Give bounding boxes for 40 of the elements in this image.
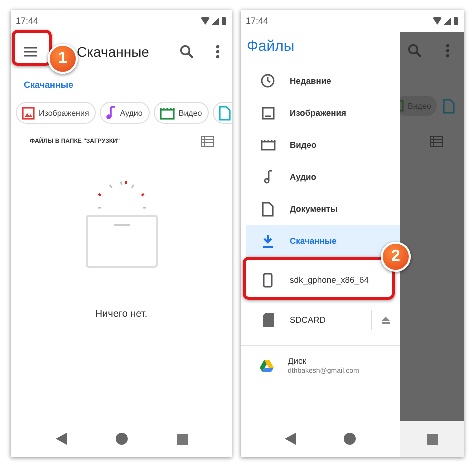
drawer-item[interactable]: Изображения [246, 97, 400, 129]
recents-icon[interactable] [176, 434, 188, 444]
download-icon [262, 234, 274, 248]
filter-chip[interactable]: Видео [154, 102, 210, 124]
filter-chip[interactable]: Изображения [16, 102, 96, 124]
more-icon[interactable] [216, 45, 220, 59]
status-icons [201, 16, 227, 26]
filter-chip[interactable]: Аудио [100, 102, 150, 124]
image-icon [262, 106, 274, 120]
account-name: Диск [288, 356, 308, 366]
back-icon[interactable] [285, 433, 296, 445]
drive-icon [260, 360, 274, 372]
document-icon [443, 98, 456, 114]
status-time: 17:44 [16, 16, 39, 26]
search-icon[interactable] [180, 45, 194, 59]
list-view-icon[interactable] [430, 136, 443, 147]
empty-message: Ничего нет. [95, 309, 148, 320]
drawer-item[interactable]: Видео [246, 129, 400, 161]
eject-icon[interactable] [382, 316, 390, 324]
drawer-item[interactable]: Недавние [246, 65, 400, 97]
drawer-title: Файлы [246, 37, 296, 57]
home-icon[interactable] [116, 433, 128, 445]
status-time: 17:44 [246, 16, 269, 26]
document-icon [262, 202, 274, 216]
back-icon[interactable] [56, 433, 66, 445]
drawer-item[interactable]: Аудио [246, 161, 400, 193]
sd-card-icon [262, 313, 274, 327]
drawer-item[interactable]: Документы [246, 193, 400, 225]
home-icon[interactable] [344, 433, 356, 445]
status-icons [433, 16, 459, 26]
recents-icon[interactable] [426, 434, 438, 444]
list-view-icon[interactable] [201, 136, 214, 147]
clock-icon [261, 74, 275, 88]
storage-item[interactable]: sdk_gphone_x86_64 [290, 275, 400, 285]
phone-icon [263, 272, 273, 288]
screen-title: Скачанные [77, 44, 150, 60]
breadcrumb-link[interactable]: Скачанные [24, 80, 74, 90]
storage-item[interactable]: SDCARD [290, 315, 357, 325]
music-note-icon [264, 170, 272, 184]
step-badge: 1 [48, 44, 78, 74]
